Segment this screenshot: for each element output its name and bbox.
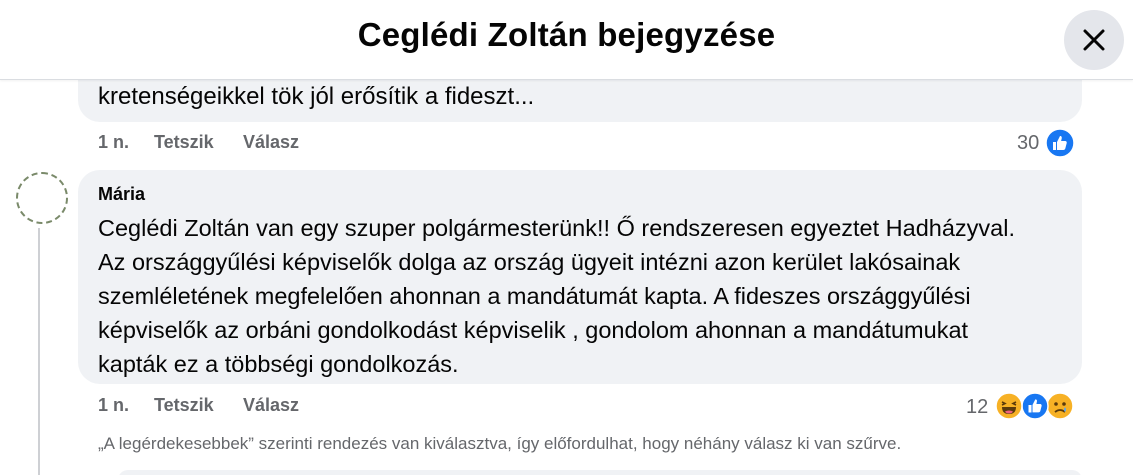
sort-filter-note: „A legérdekesebbek” szerinti rendezés va… [98,434,902,453]
sad-icon[interactable] [1046,392,1074,420]
reaction-count[interactable]: 30 [1017,132,1039,155]
comment-line: Ceglédi Zoltán van egy szuper polgármest… [98,215,1015,241]
comment-text: Ceglédi Zoltán van egy szuper polgármest… [98,211,1063,381]
comment-line: képviselők az orbáni gondolkodást képvis… [98,317,969,343]
comment-time[interactable]: 1 n. [98,395,154,419]
like-button[interactable]: Tetszik [154,132,243,156]
next-comment-bubble [118,470,1082,475]
comment-line: Az országgyűlési képviselők dolga az ors… [98,249,961,275]
comment-line: szemléletének megfelelően ahonnan a mand… [98,283,971,309]
avatar[interactable] [16,172,68,224]
close-button[interactable] [1064,10,1124,70]
previous-comment-actions: 1 n. Tetszik Válasz [98,132,299,156]
like-icon[interactable] [1045,128,1075,158]
comment-line: kapták ez a többségi gondolkozás. [98,351,459,377]
like-icon[interactable] [1021,392,1049,420]
reply-button[interactable]: Válasz [243,395,299,419]
comment-actions: 1 n. Tetszik Válasz [98,395,299,419]
page-title: Ceglédi Zoltán bejegyzése [357,16,776,53]
close-icon [1083,29,1105,51]
previous-comment-text: kretenségeikkel tök jól erősítik a fides… [98,83,535,110]
haha-icon[interactable] [995,392,1023,420]
comment-author[interactable]: Mária [98,184,145,205]
thread-line [38,228,40,475]
reply-button[interactable]: Válasz [243,132,299,156]
dialog-header: Ceglédi Zoltán bejegyzése [0,0,1133,80]
redacted-name [155,180,325,206]
comment-time[interactable]: 1 n. [98,132,154,156]
like-button[interactable]: Tetszik [154,395,243,419]
reaction-count[interactable]: 12 [966,396,988,419]
